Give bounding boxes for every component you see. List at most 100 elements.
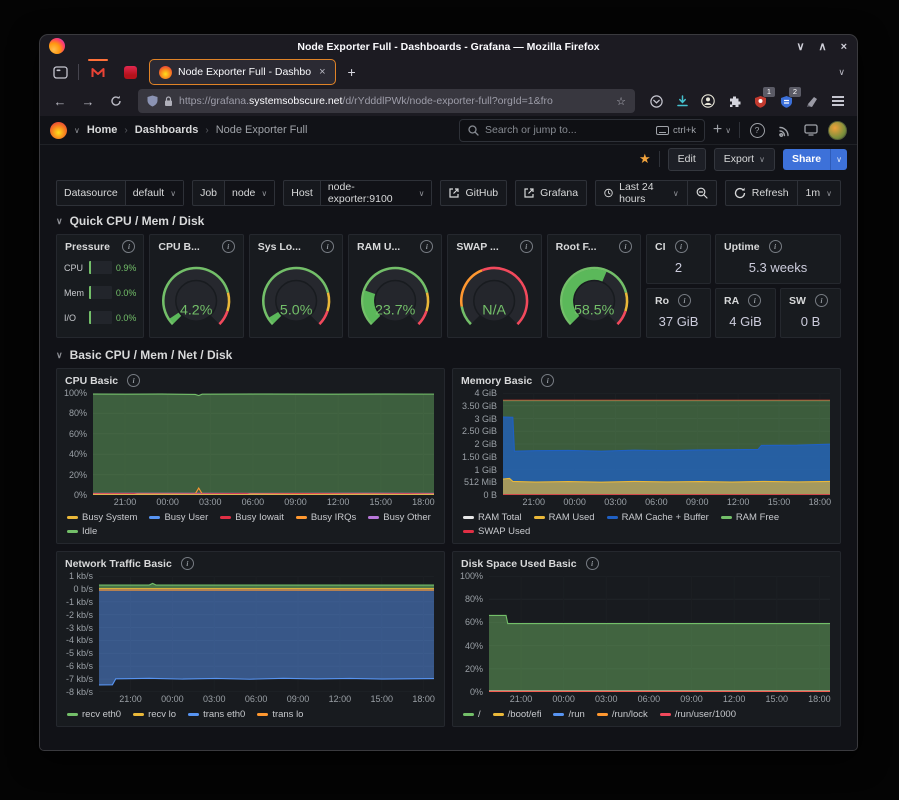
plot-area[interactable] bbox=[489, 576, 830, 692]
legend-item[interactable]: Idle bbox=[67, 526, 97, 537]
legend-swatch bbox=[463, 713, 474, 716]
time-range-button[interactable]: Last 24 hours∨ bbox=[596, 181, 687, 205]
info-icon[interactable] bbox=[520, 240, 533, 253]
tab-separator bbox=[78, 64, 79, 80]
legend-item[interactable]: trans eth0 bbox=[188, 709, 245, 720]
refresh-button[interactable]: Refresh bbox=[726, 181, 797, 205]
url-bar[interactable]: https://grafana.systemsobscure.net/d/rYd… bbox=[138, 89, 635, 113]
section-quick-cpu-mem-disk[interactable]: ∨ Quick CPU / Mem / Disk bbox=[56, 214, 841, 228]
plot-area[interactable] bbox=[99, 576, 434, 692]
legend-item[interactable]: /run/user/1000 bbox=[660, 709, 736, 720]
tab-close-icon[interactable]: × bbox=[319, 66, 325, 78]
pocket-icon[interactable] bbox=[645, 90, 667, 112]
info-icon[interactable] bbox=[619, 240, 632, 253]
legend-item[interactable]: Busy IRQs bbox=[296, 512, 356, 523]
info-icon[interactable] bbox=[541, 374, 554, 387]
downloads-icon[interactable] bbox=[671, 90, 693, 112]
legend-item[interactable]: RAM Used bbox=[534, 512, 595, 523]
legend-item[interactable]: recv eth0 bbox=[67, 709, 121, 720]
legend-item[interactable]: trans lo bbox=[257, 709, 303, 720]
share-button[interactable]: Share bbox=[783, 149, 830, 170]
new-tab-button[interactable]: + bbox=[342, 64, 362, 80]
legend-item[interactable]: Busy Other bbox=[368, 512, 431, 523]
active-tab[interactable]: Node Exporter Full - Dashbo × bbox=[149, 59, 336, 85]
breadcrumb-dashboards[interactable]: Dashboards bbox=[135, 124, 199, 136]
info-icon[interactable] bbox=[420, 240, 433, 253]
info-icon[interactable] bbox=[127, 374, 140, 387]
edit-button[interactable]: Edit bbox=[668, 148, 706, 171]
legend-item[interactable]: Busy System bbox=[67, 512, 137, 523]
back-button[interactable]: ← bbox=[48, 90, 72, 112]
pinned-tab-gmail[interactable] bbox=[85, 61, 111, 83]
add-button[interactable]: +∨ bbox=[712, 120, 732, 140]
host-picker[interactable]: Host node-exporter:9100∨ bbox=[283, 180, 432, 206]
zoom-out-button[interactable] bbox=[687, 181, 716, 205]
info-icon[interactable] bbox=[678, 294, 691, 307]
legend-item[interactable]: SWAP Used bbox=[463, 526, 530, 537]
info-icon[interactable] bbox=[769, 240, 782, 253]
info-icon[interactable] bbox=[181, 557, 194, 570]
plot-area[interactable] bbox=[93, 393, 434, 495]
legend-item[interactable]: recv lo bbox=[133, 709, 176, 720]
share-chevron-button[interactable]: ∨ bbox=[830, 149, 847, 170]
legend-item[interactable]: RAM Total bbox=[463, 512, 522, 523]
list-tabs-chevron-icon[interactable]: ∨ bbox=[838, 67, 849, 78]
breadcrumb-home[interactable]: Home bbox=[87, 124, 118, 136]
user-avatar[interactable] bbox=[828, 121, 847, 140]
stat-value: 37 GiB bbox=[647, 309, 710, 337]
job-picker[interactable]: Job node∨ bbox=[192, 180, 275, 206]
info-icon[interactable] bbox=[321, 240, 334, 253]
org-chevron-icon[interactable]: ∨ bbox=[74, 126, 80, 135]
legend-item[interactable]: Busy User bbox=[149, 512, 208, 523]
grafana-link-button[interactable]: Grafana bbox=[515, 180, 587, 206]
svg-text:5.0%: 5.0% bbox=[280, 303, 313, 319]
pinned-tab-red[interactable] bbox=[117, 61, 143, 83]
info-icon[interactable] bbox=[122, 240, 135, 253]
window-maximize-button[interactable]: ∧ bbox=[819, 40, 827, 53]
network-traffic-basic-panel: Network Traffic Basic 1 kb/s0 b/s-1 kb/s… bbox=[56, 551, 445, 727]
info-icon[interactable] bbox=[222, 240, 235, 253]
news-rss-icon[interactable] bbox=[774, 120, 794, 140]
datasource-picker[interactable]: Datasource default∨ bbox=[56, 180, 184, 206]
info-icon[interactable] bbox=[586, 557, 599, 570]
breadcrumb-current: Node Exporter Full bbox=[216, 124, 308, 136]
reload-button[interactable] bbox=[104, 90, 128, 112]
forward-button[interactable]: → bbox=[76, 90, 100, 112]
menu-icon[interactable] bbox=[827, 90, 849, 112]
legend-item[interactable]: /run/lock bbox=[597, 709, 648, 720]
refresh-group: Refresh 1m∨ bbox=[725, 180, 841, 206]
refresh-interval-button[interactable]: 1m∨ bbox=[797, 181, 840, 205]
help-icon[interactable]: ? bbox=[747, 120, 767, 140]
firefox-view-icon[interactable] bbox=[48, 62, 72, 82]
legend-item[interactable]: /boot/efi bbox=[493, 709, 542, 720]
bookmark-star-icon[interactable]: ☆ bbox=[616, 95, 626, 108]
plot-area[interactable] bbox=[503, 393, 830, 495]
external-link-icon bbox=[449, 188, 459, 198]
info-icon[interactable] bbox=[815, 294, 828, 307]
info-icon[interactable] bbox=[675, 240, 688, 253]
favorite-star-icon[interactable]: ★ bbox=[639, 151, 651, 167]
window-minimize-button[interactable]: ∨ bbox=[796, 40, 804, 53]
window-close-button[interactable]: × bbox=[841, 41, 847, 53]
export-button[interactable]: Export∨ bbox=[714, 148, 775, 171]
legend-item[interactable]: RAM Cache + Buffer bbox=[607, 512, 709, 523]
github-link-button[interactable]: GitHub bbox=[440, 180, 507, 206]
extension-gray-icon[interactable] bbox=[801, 90, 823, 112]
legend-item[interactable]: /run bbox=[553, 709, 584, 720]
legend-item[interactable]: RAM Free bbox=[721, 512, 779, 523]
extension-blue-icon[interactable]: 2 bbox=[775, 90, 797, 112]
section-basic-cpu-mem-net-disk[interactable]: ∨ Basic CPU / Mem / Net / Disk bbox=[56, 348, 841, 362]
extension-red-icon[interactable]: 1 bbox=[749, 90, 771, 112]
rootfs-total-stat-panel: Ro 37 GiB bbox=[646, 288, 711, 338]
account-icon[interactable] bbox=[697, 90, 719, 112]
grafana-logo-icon[interactable] bbox=[50, 122, 67, 139]
legend-item[interactable]: Busy Iowait bbox=[220, 512, 284, 523]
info-icon[interactable] bbox=[748, 294, 761, 307]
display-icon[interactable] bbox=[801, 120, 821, 140]
y-axis: 0%20%40%60%80%100% bbox=[57, 393, 93, 495]
legend-item[interactable]: / bbox=[463, 709, 481, 720]
search-input[interactable]: Search or jump to... ctrl+k bbox=[459, 119, 705, 142]
external-link-icon bbox=[524, 188, 534, 198]
window-titlebar[interactable]: Node Exporter Full - Dashboards - Grafan… bbox=[40, 35, 857, 58]
extensions-icon[interactable] bbox=[723, 90, 745, 112]
